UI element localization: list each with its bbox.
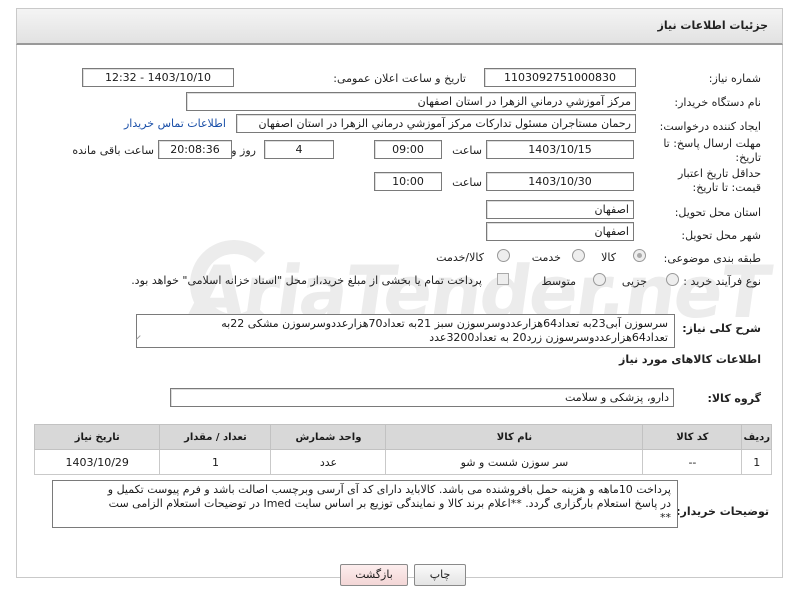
- buyer-notes-line1: پرداخت 10ماهه و هزینه حمل بافروشنده می ب…: [107, 483, 671, 496]
- buyer-notes-line3: **: [660, 511, 671, 524]
- col-unit: واحد شمارش: [270, 424, 387, 450]
- buyer-org-field[interactable]: مرکز آموزشي درماني الزهرا در استان اصفها…: [186, 92, 636, 111]
- purchase-option-medium: متوسط: [541, 275, 576, 288]
- category-option-goods-service: کالا/خدمت: [436, 251, 484, 264]
- city-field[interactable]: اصفهان: [486, 222, 634, 241]
- price-validity-label: حداقل تاریخ اعتبار قیمت: تا تاریخ:: [677, 167, 761, 194]
- col-goods-code: کد کالا: [642, 424, 743, 450]
- general-desc-label: شرح کلی نیاز:: [682, 322, 761, 335]
- purchase-radio-minor[interactable]: [666, 273, 679, 286]
- category-radio-goods[interactable]: [633, 249, 646, 262]
- goods-group-label: گروه کالا:: [707, 392, 761, 405]
- page-header: جزئیات اطلاعات نیاز: [16, 8, 783, 45]
- goods-table: ردیف کد کالا نام کالا واحد شمارش تعداد /…: [33, 424, 772, 475]
- deadline-time-field[interactable]: 09:00: [374, 140, 442, 159]
- category-radio-service[interactable]: [572, 249, 585, 262]
- deadline-days-field[interactable]: 4: [264, 140, 334, 159]
- goods-group-field[interactable]: دارو، پزشکی و سلامت: [170, 388, 674, 407]
- goods-section-title: اطلاعات کالاهای مورد نیاز: [619, 353, 761, 366]
- province-label: استان محل تحویل:: [674, 206, 761, 219]
- col-need-date: تاریخ نیاز: [33, 424, 161, 450]
- category-option-goods: کالا: [601, 251, 616, 264]
- buyer-notes-field[interactable]: پرداخت 10ماهه و هزینه حمل بافروشنده می ب…: [52, 480, 678, 528]
- cell-row-number: 1: [741, 449, 772, 475]
- buyer-notes-label: توضیحات خریدار:: [676, 505, 769, 518]
- price-validity-time-label: ساعت: [452, 176, 482, 189]
- need-number-label: شماره نیاز:: [708, 72, 761, 85]
- cell-need-date: 1403/10/29: [33, 449, 161, 475]
- cell-quantity: 1: [159, 449, 272, 475]
- price-validity-date-field[interactable]: 1403/10/30: [486, 172, 634, 191]
- treasury-note: پرداخت تمام یا بخشی از مبلغ خرید،از محل …: [131, 274, 482, 287]
- category-radio-goods-service[interactable]: [497, 249, 510, 262]
- category-option-service: خدمت: [531, 251, 561, 264]
- announce-field[interactable]: 1403/10/10 - 12:32: [82, 68, 234, 87]
- goods-table-header-row: ردیف کد کالا نام کالا واحد شمارش تعداد /…: [33, 424, 772, 450]
- col-row-number: ردیف: [741, 424, 772, 450]
- category-label: طبقه بندی موضوعی:: [663, 252, 761, 265]
- general-desc-field[interactable]: سرسوزن آبی23به تعداد64هزارعددوسرسوزن سبز…: [136, 314, 675, 348]
- page-title: جزئیات اطلاعات نیاز: [657, 19, 769, 32]
- purchase-radio-medium[interactable]: [593, 273, 606, 286]
- requester-label: ایجاد کننده درخواست:: [659, 120, 761, 133]
- buyer-notes-line2: در پاسخ استعلام بارگزاری گردد. **اعلام ب…: [108, 497, 671, 510]
- announce-label: تاریخ و ساعت اعلان عمومی:: [333, 72, 466, 85]
- price-validity-time-field[interactable]: 10:00: [374, 172, 442, 191]
- print-button[interactable]: چاپ: [414, 564, 466, 586]
- purchase-option-minor: جزیی: [621, 275, 647, 288]
- need-number-field[interactable]: 1103092751000830: [484, 68, 636, 87]
- cell-goods-code: --: [642, 449, 743, 475]
- general-desc-line2: تعداد64هزارعددوسرسوزن زرد20 به تعداد3200…: [429, 331, 668, 344]
- general-desc-line1: سرسوزن آبی23به تعداد64هزارعددوسرسوزن سبز…: [221, 317, 668, 330]
- cell-unit: عدد: [270, 449, 387, 475]
- table-row[interactable]: 1 -- سر سوزن شست و شو عدد 1 1403/10/29: [33, 449, 772, 475]
- deadline-days-label: روز و: [231, 144, 256, 157]
- cell-goods-name: سر سوزن شست و شو: [385, 449, 644, 475]
- col-goods-name: نام کالا: [385, 424, 644, 450]
- remaining-label: ساعت باقی مانده: [72, 144, 154, 157]
- city-label: شهر محل تحویل:: [681, 229, 761, 242]
- buyer-contact-link[interactable]: اطلاعات تماس خریدار: [124, 117, 226, 130]
- buyer-org-label: نام دستگاه خریدار:: [674, 96, 761, 109]
- province-field[interactable]: اصفهان: [486, 200, 634, 219]
- requester-field[interactable]: رحمان مستاجران مسئول تدارکات مرکز آموزشي…: [236, 114, 636, 133]
- remaining-time-field[interactable]: 20:08:36: [158, 140, 232, 159]
- deadline-time-label: ساعت: [452, 144, 482, 157]
- treasury-checkbox[interactable]: [497, 273, 509, 285]
- col-quantity: تعداد / مقدار: [159, 424, 272, 450]
- deadline-date-field[interactable]: 1403/10/15: [486, 140, 634, 159]
- back-button[interactable]: بازگشت: [340, 564, 408, 586]
- deadline-label: مهلت ارسال پاسخ: تا تاریخ:: [663, 137, 761, 164]
- purchase-type-label: نوع فرآیند خرید :: [683, 275, 761, 288]
